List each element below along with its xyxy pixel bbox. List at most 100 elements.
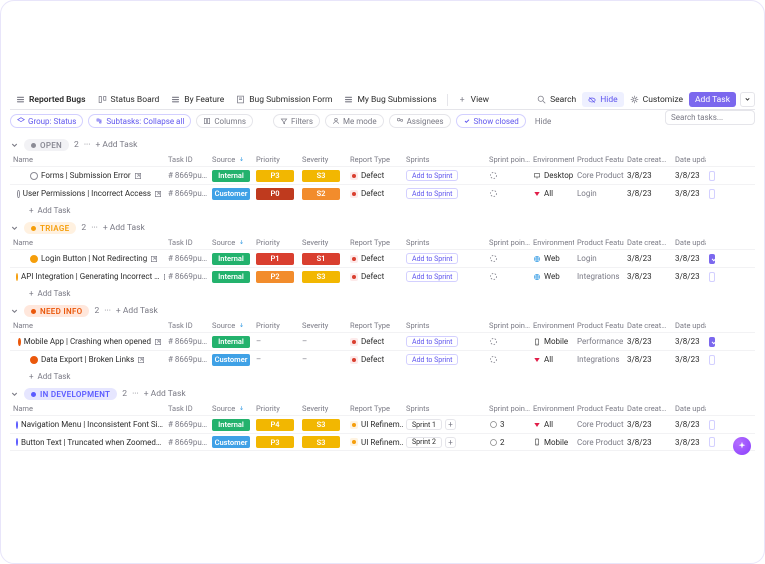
add-to-sprint-button[interactable]: Add to Sprint [406,253,458,264]
col-taskid[interactable]: Task ID [165,321,209,330]
table-row[interactable]: API Integration | Generating Incorrect …… [10,267,755,285]
row-checkbox[interactable] [709,171,715,181]
table-row[interactable]: Mobile App | Crashing when opened # 8669… [10,332,755,350]
open-icon[interactable] [137,356,145,364]
add-task-button[interactable]: Add Task [689,92,736,107]
add-sprint-button[interactable]: + [445,437,456,448]
add-task-row[interactable]: +Add Task [10,285,755,298]
tab-status-board[interactable]: Status Board [92,90,166,109]
task-name-cell[interactable]: Navigation Menu | Inconsistent Font Si… [10,420,165,429]
add-to-sprint-button[interactable]: Add to Sprint [406,170,458,181]
ai-fab[interactable] [733,437,751,455]
status-pill[interactable]: NEED INFO [24,305,89,317]
table-row[interactable]: Forms | Submission Error # 8669pu… Inter… [10,166,755,184]
col-sprint-points[interactable]: Sprint poin… [486,155,530,164]
status-pill[interactable]: OPEN [24,139,69,151]
status-pill[interactable]: IN DEVELOPMENT [24,388,117,400]
col-taskid[interactable]: Task ID [165,238,209,247]
col-sprints[interactable]: Sprints [403,155,486,164]
row-checkbox[interactable] [709,437,715,447]
col-created[interactable]: Date creat… [624,238,672,247]
col-priority[interactable]: Priority [253,238,299,247]
col-priority[interactable]: Priority [253,404,299,413]
col-name[interactable]: Name [10,404,165,413]
customize-button[interactable]: Customize [624,90,689,109]
col-report[interactable]: Report Type [347,404,403,413]
col-feature[interactable]: Product Feature [574,238,624,247]
add-sprint-button[interactable]: + [445,419,456,430]
collapse-toggle[interactable] [10,224,19,233]
add-to-sprint-button[interactable]: Add to Sprint [406,188,458,199]
tab-reported-bugs[interactable]: Reported Bugs [10,90,92,109]
hide-button[interactable]: Hide [582,92,623,107]
col-severity[interactable]: Severity [299,155,347,164]
col-created[interactable]: Date creat… [624,404,672,413]
more-icon[interactable]: ··· [132,389,139,399]
show-closed-chip[interactable]: Show closed [456,114,526,128]
row-checkbox[interactable] [709,272,715,282]
col-updated[interactable]: Date upda… [672,238,706,247]
more-icon[interactable]: ··· [84,140,91,150]
filters-chip[interactable]: Filters [273,114,320,128]
row-checkbox[interactable] [709,355,715,365]
add-task-inline[interactable]: + Add Task [116,306,158,316]
columns-chip[interactable]: Columns [196,114,253,128]
add-task-inline[interactable]: + Add Task [95,140,137,150]
col-updated[interactable]: Date upda… [672,155,706,164]
col-taskid[interactable]: Task ID [165,155,209,164]
col-name[interactable]: Name [10,155,165,164]
more-icon[interactable]: ··· [91,223,98,233]
status-pill[interactable]: TRIAGE [24,222,76,234]
col-name[interactable]: Name [10,238,165,247]
col-report[interactable]: Report Type [347,321,403,330]
subtasks-chip[interactable]: Subtasks: Collapse all [88,114,191,128]
col-severity[interactable]: Severity [299,238,347,247]
add-task-row[interactable]: +Add Task [10,368,755,381]
search-button[interactable]: Search [531,90,582,109]
tab-bug-form[interactable]: Bug Submission Form [230,90,338,109]
col-priority[interactable]: Priority [253,155,299,164]
search-input[interactable]: Search tasks... [665,110,755,125]
col-updated[interactable]: Date upda… [672,321,706,330]
col-sprints[interactable]: Sprints [403,238,486,247]
col-created[interactable]: Date creat… [624,321,672,330]
task-name-cell[interactable]: User Permissions | Incorrect Access [10,189,165,198]
collapse-toggle[interactable] [10,307,19,316]
col-env[interactable]: Environment [530,404,574,413]
col-sprint-points[interactable]: Sprint poin… [486,321,530,330]
col-severity[interactable]: Severity [299,404,347,413]
col-created[interactable]: Date creat… [624,155,672,164]
table-row[interactable]: Navigation Menu | Inconsistent Font Si… … [10,415,755,433]
col-taskid[interactable]: Task ID [165,404,209,413]
col-name[interactable]: Name [10,321,165,330]
col-sprints[interactable]: Sprints [403,321,486,330]
col-source[interactable]: Source [209,155,253,164]
hide-filters[interactable]: Hide [531,117,555,126]
open-icon[interactable] [150,255,158,263]
col-env[interactable]: Environment [530,238,574,247]
col-report[interactable]: Report Type [347,238,403,247]
col-severity[interactable]: Severity [299,321,347,330]
task-name-cell[interactable]: Login Button | Not Redirecting [10,254,165,263]
col-sprint-points[interactable]: Sprint poin… [486,404,530,413]
tab-my-submissions[interactable]: My Bug Submissions [338,90,442,109]
task-name-cell[interactable]: Button Text | Truncated when Zoomed… [10,438,165,447]
table-row[interactable]: User Permissions | Incorrect Access # 86… [10,184,755,202]
open-icon[interactable] [154,338,162,346]
col-feature[interactable]: Product Feature [574,155,624,164]
col-updated[interactable]: Date upda… [672,404,706,413]
col-feature[interactable]: Product Feature [574,404,624,413]
sprint-chip[interactable]: Sprint 2 [406,437,442,448]
task-name-cell[interactable]: Data Export | Broken Links [10,355,165,364]
add-task-dropdown[interactable] [740,92,755,107]
col-env[interactable]: Environment [530,321,574,330]
add-to-sprint-button[interactable]: Add to Sprint [406,336,458,347]
sprint-chip[interactable]: Sprint 1 [406,419,442,430]
assignees-chip[interactable]: Assignees [389,114,451,128]
add-to-sprint-button[interactable]: Add to Sprint [406,354,458,365]
more-icon[interactable]: ··· [104,306,111,316]
table-row[interactable]: Data Export | Broken Links # 8669pu… Cus… [10,350,755,368]
me-mode-chip[interactable]: Me mode [325,114,384,128]
collapse-toggle[interactable] [10,390,19,399]
row-checkbox[interactable] [709,420,715,430]
